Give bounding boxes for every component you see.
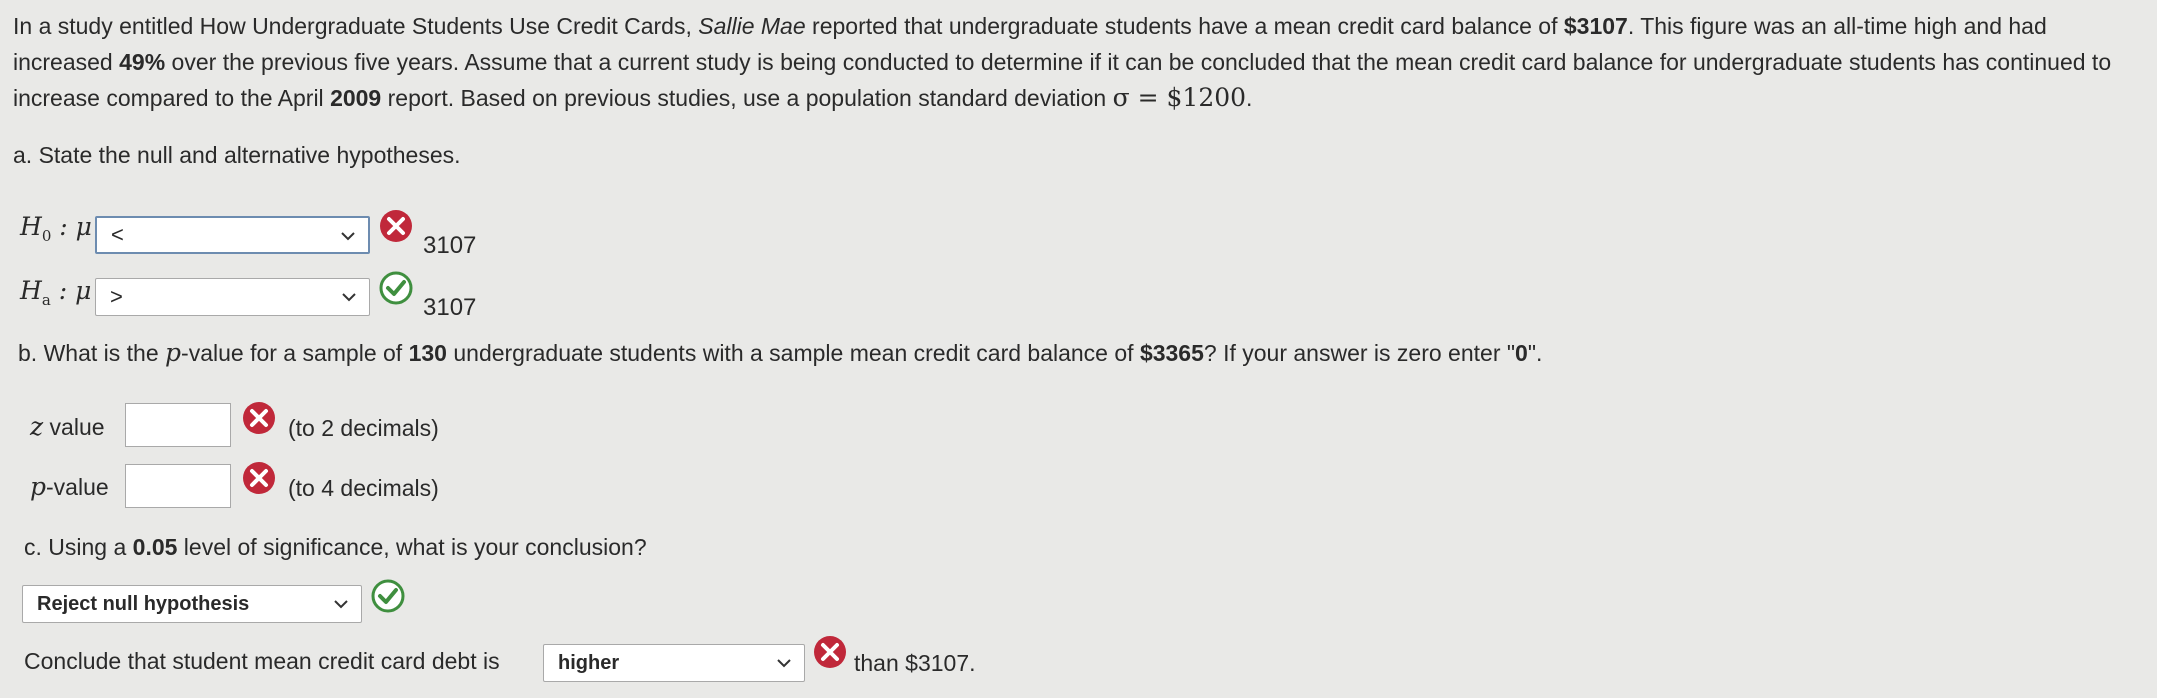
chevron-down-icon	[777, 659, 791, 668]
part-b-question: b. What is the p-value for a sample of 1…	[18, 338, 1543, 367]
decision-select[interactable]: Reject null hypothesis	[22, 585, 362, 623]
incorrect-icon	[243, 462, 275, 494]
z-value-input[interactable]	[125, 403, 231, 447]
conclusion-suffix: than $3107.	[854, 650, 976, 676]
correct-icon	[379, 271, 413, 305]
direction-select[interactable]: higher	[543, 644, 805, 682]
p-value-label: p-value	[30, 472, 109, 501]
z-value-hint: (to 2 decimals)	[288, 415, 439, 441]
incorrect-icon	[814, 636, 846, 668]
ha-label: Ha : μ	[20, 276, 92, 309]
conclusion-text: Conclude that student mean credit card d…	[24, 648, 500, 674]
h0-label: H0 : μ	[20, 212, 92, 245]
part-c-question: c. Using a 0.05 level of significance, w…	[24, 534, 647, 560]
h0-operator-select[interactable]: <	[95, 216, 370, 254]
chevron-down-icon	[341, 232, 355, 241]
h0-rhs: 3107	[423, 232, 477, 259]
p-value-hint: (to 4 decimals)	[288, 475, 439, 501]
ha-rhs: 3107	[423, 294, 477, 321]
chevron-down-icon	[334, 600, 348, 609]
problem-statement: In a study entitled How Undergraduate St…	[13, 13, 2112, 112]
ha-operator-select[interactable]: >	[95, 278, 370, 316]
correct-icon	[371, 579, 405, 613]
part-a-question: a. State the null and alternative hypoth…	[13, 142, 461, 168]
z-value-label: z value	[30, 412, 105, 441]
chevron-down-icon	[342, 293, 356, 302]
incorrect-icon	[380, 210, 412, 242]
p-value-input[interactable]	[125, 464, 231, 508]
incorrect-icon	[243, 402, 275, 434]
